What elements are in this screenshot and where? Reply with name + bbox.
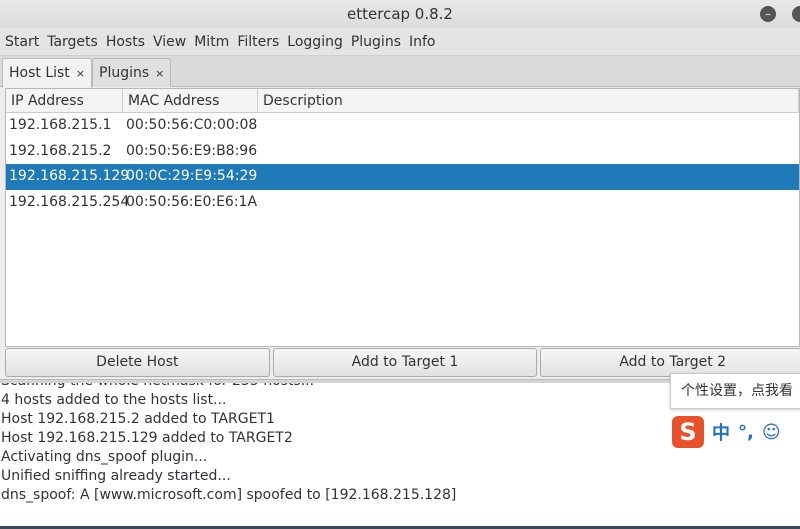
column-ip[interactable]: IP Address (6, 89, 123, 112)
ip-cell: 192.168.215.254 (9, 193, 130, 210)
window-title: ettercap 0.8.2 (347, 5, 453, 23)
menu-targets[interactable]: Targets (47, 28, 98, 55)
menu-bar: Start Targets Hosts View Mitm Filters Lo… (0, 28, 800, 56)
add-to-target1-button[interactable]: Add to Target 1 (272, 348, 538, 377)
sogou-logo-icon[interactable]: S (672, 416, 704, 448)
tab-label: Host List (9, 65, 70, 81)
ip-cell: 192.168.215.129 (9, 168, 130, 184)
ime-mode-toggle[interactable]: 中 (712, 419, 730, 445)
title-bar: ettercap 0.8.2 – (0, 0, 800, 28)
column-description[interactable]: Description (258, 89, 799, 112)
table-row-selected[interactable]: 192.168.215.129 00:0C:29:E9:54:29 (6, 164, 799, 190)
ime-toolbar: S 中 °, ☺ (670, 415, 800, 449)
minimize-icon[interactable]: – (760, 6, 776, 22)
description-cell (258, 139, 799, 165)
column-mac[interactable]: MAC Address (123, 89, 258, 112)
log-line: Activating dns_spoof plugin... (1, 449, 208, 465)
table-row[interactable]: 192.168.215.254 00:50:56:E0:E6:1A (6, 190, 799, 216)
ime-tooltip: 个性设置，点我看 (670, 373, 800, 409)
ime-punctuation-toggle[interactable]: °, (738, 422, 754, 443)
mac-cell: 00:50:56:E9:B8:96 (126, 142, 258, 159)
mac-cell: 00:50:56:E0:E6:1A (126, 193, 258, 210)
description-cell (258, 164, 799, 190)
menu-start[interactable]: Start (5, 28, 39, 55)
mac-cell: 00:0C:29:E9:54:29 (126, 168, 258, 184)
tab-bar: Host List × Plugins × (0, 56, 800, 88)
menu-logging[interactable]: Logging (287, 28, 343, 55)
host-list-table: IP Address MAC Address Description 192.1… (5, 88, 800, 347)
log-line: Unified sniffing already started... (1, 468, 231, 484)
menu-mitm[interactable]: Mitm (194, 28, 229, 55)
close-tab-icon[interactable]: × (155, 67, 164, 80)
ip-cell: 192.168.215.1 (9, 117, 112, 133)
tab-host-list[interactable]: Host List × (2, 58, 93, 88)
close-tab-icon[interactable]: × (76, 67, 85, 80)
tab-label: Plugins (99, 65, 150, 81)
table-header: IP Address MAC Address Description (6, 89, 799, 113)
delete-host-button[interactable]: Delete Host (5, 348, 270, 377)
description-cell (258, 113, 799, 139)
log-line: dns_spoof: A [www.microsoft.com] spoofed… (1, 487, 457, 503)
mac-cell: 00:50:56:C0:00:08 (126, 117, 258, 133)
tab-plugins[interactable]: Plugins × (92, 58, 172, 87)
menu-hosts[interactable]: Hosts (106, 28, 145, 55)
menu-view[interactable]: View (153, 28, 186, 55)
menu-plugins[interactable]: Plugins (351, 28, 401, 55)
maximize-icon[interactable] (792, 6, 800, 22)
description-cell (258, 190, 799, 216)
menu-filters[interactable]: Filters (237, 28, 279, 55)
ip-cell: 192.168.215.2 (9, 142, 112, 159)
table-row[interactable]: 192.168.215.2 00:50:56:E9:B8:96 (6, 139, 799, 165)
emoji-icon[interactable]: ☺ (762, 422, 781, 443)
table-row[interactable]: 192.168.215.1 00:50:56:C0:00:08 (6, 113, 799, 139)
menu-info[interactable]: Info (409, 28, 436, 55)
